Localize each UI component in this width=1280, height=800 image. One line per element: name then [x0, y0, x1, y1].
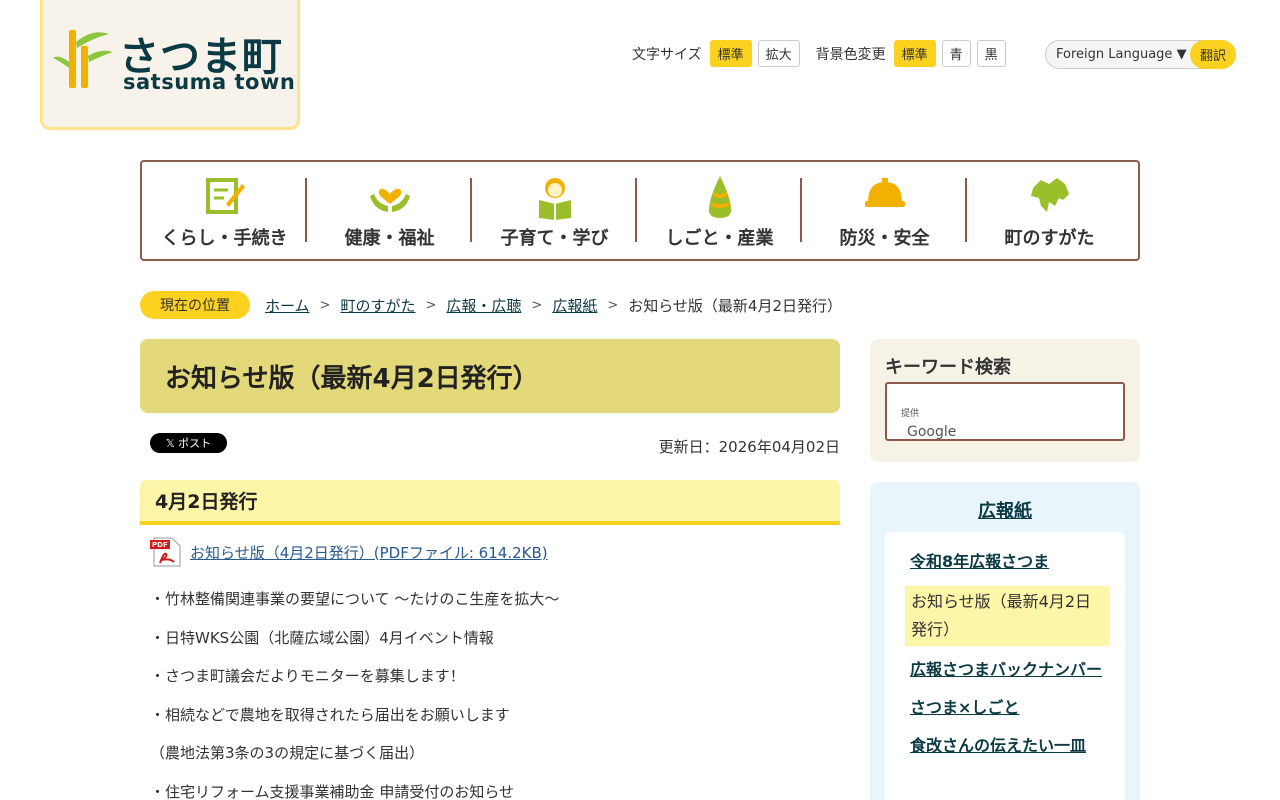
sidebar-section-title[interactable]: 広報紙: [870, 497, 1140, 523]
font-standard-button[interactable]: 標準: [709, 40, 752, 67]
pdf-download: PDF お知らせ版（4月2日発行）(PDFファイル: 614.2KB): [150, 536, 548, 568]
nav-label: しごと・産業: [665, 228, 774, 249]
bg-standard-button[interactable]: 標準: [893, 40, 936, 67]
bamboo-shoot-icon: [708, 176, 731, 218]
nav-label: 町のすがた: [1004, 228, 1095, 249]
breadcrumb: 現在の位置 ホーム > 町のすがた > 広報・広聴 > 広報紙 > お知らせ版（…: [140, 291, 842, 319]
pdf-link[interactable]: お知らせ版（4月2日発行）(PDFファイル: 614.2KB): [190, 542, 548, 563]
svg-text:PDF: PDF: [152, 541, 168, 549]
updated-date: 更新日：2026年04月02日: [658, 438, 840, 456]
bamboo-logo-icon: [53, 30, 113, 88]
font-large-button[interactable]: 拡大: [757, 40, 800, 67]
sidebar-newsletter-menu: 広報紙 令和8年広報さつま お知らせ版（最新4月2日発行） 広報さつまバックナン…: [870, 482, 1140, 800]
nav-item-childcare[interactable]: 子育て・学び: [472, 162, 637, 259]
breadcrumb-here-badge: 現在の位置: [140, 291, 250, 319]
nav-item-work[interactable]: しごと・産業: [637, 162, 802, 259]
nav-label: 防災・安全: [839, 228, 930, 249]
sidebar-list: 令和8年広報さつま お知らせ版（最新4月2日発行） 広報さつまバックナンバー さ…: [885, 532, 1125, 800]
dropdown-arrow-icon: ▼: [1176, 47, 1187, 62]
nav-item-living[interactable]: くらし・手続き: [142, 162, 307, 259]
sidebar-item-dish[interactable]: 食改さんの伝えたい一皿: [910, 732, 1110, 760]
nav-label: くらし・手続き: [161, 228, 288, 249]
logo-english: satsuma town: [123, 70, 296, 94]
chevron-right-icon: >: [607, 297, 619, 313]
sidebar-item-r8[interactable]: 令和8年広報さつま: [910, 548, 1110, 576]
heart-hands-icon: [369, 188, 410, 212]
nav-item-town[interactable]: 町のすがた: [967, 162, 1132, 259]
bg-blue-button[interactable]: 青: [941, 40, 971, 67]
bg-black-button[interactable]: 黒: [976, 40, 1006, 67]
list-item: ・日特WKS公園（北薩広域公園）4月イベント情報: [150, 628, 494, 647]
list-item: ・竹林整備関連事業の要望について ～たけのこ生産を拡大～: [150, 590, 560, 608]
x-post-button[interactable]: 𝕏 ポスト: [150, 433, 227, 453]
breadcrumb-current: お知らせ版（最新4月2日発行）: [628, 296, 843, 315]
nav-label: 子育て・学び: [500, 228, 609, 249]
town-map-icon: [1030, 178, 1069, 212]
chevron-right-icon: >: [425, 297, 437, 313]
language-selector[interactable]: Foreign Language ▼ 翻訳: [1045, 40, 1236, 69]
nav-item-safety[interactable]: 防災・安全: [802, 162, 967, 259]
chevron-right-icon: >: [319, 297, 331, 313]
list-item: ・住宅リフォーム支援事業補助金 申請受付のお知らせ: [150, 782, 515, 800]
chevron-right-icon: >: [531, 297, 543, 313]
nav-item-health[interactable]: 健康・福祉: [307, 162, 472, 259]
google-brand: Google 提供: [901, 409, 957, 440]
breadcrumb-link-home[interactable]: ホーム: [265, 295, 310, 316]
pdf-icon: PDF: [150, 537, 181, 567]
child-book-icon: [538, 178, 571, 220]
keyword-search-panel: キーワード検索 Google 提供: [870, 339, 1140, 462]
sidebar-item-current: お知らせ版（最新4月2日発行）: [905, 586, 1110, 646]
list-item: （農地法第3条の3の規定に基づく届出）: [150, 744, 425, 763]
search-input[interactable]: Google 提供: [885, 382, 1125, 441]
page-title: お知らせ版（最新4月2日発行）: [140, 339, 840, 413]
global-nav: くらし・手続き 健康・福祉 子育て・学び しごと・産業 防災・安全 町のすがた: [140, 160, 1140, 261]
nav-label: 健康・福祉: [344, 228, 435, 249]
list-item: ・相続などで農地を取得されたら届出をお願いします: [150, 705, 510, 724]
notice-list: ・竹林整備関連事業の要望について ～たけのこ生産を拡大～ ・日特WKS公園（北薩…: [150, 588, 559, 800]
keyword-search-title: キーワード検索: [885, 357, 1011, 378]
breadcrumb-link-pr[interactable]: 広報・広聴: [446, 295, 521, 316]
site-logo[interactable]: さつま町 satsuma town: [40, 0, 300, 130]
document-pen-icon: [205, 178, 245, 214]
background-color-label: 背景色変更: [815, 46, 886, 63]
helmet-icon: [864, 178, 905, 207]
font-size-label: 文字サイズ: [632, 46, 702, 63]
sidebar-item-backnumber[interactable]: 広報さつまバックナンバー: [910, 656, 1110, 684]
sidebar-item-work[interactable]: さつま×しごと: [910, 694, 1110, 722]
breadcrumb-link-newsletter[interactable]: 広報紙: [552, 295, 597, 316]
section-heading: 4月2日発行: [140, 480, 840, 525]
list-item: ・さつま町議会だよりモニターを募集します！: [150, 667, 465, 686]
breadcrumb-link-town[interactable]: 町のすがた: [340, 295, 415, 316]
translate-button[interactable]: 翻訳: [1190, 40, 1236, 69]
accessibility-tools: 文字サイズ 標準 拡大 背景色変更 標準 青 黒: [632, 40, 1012, 67]
language-select[interactable]: Foreign Language ▼: [1046, 47, 1192, 62]
